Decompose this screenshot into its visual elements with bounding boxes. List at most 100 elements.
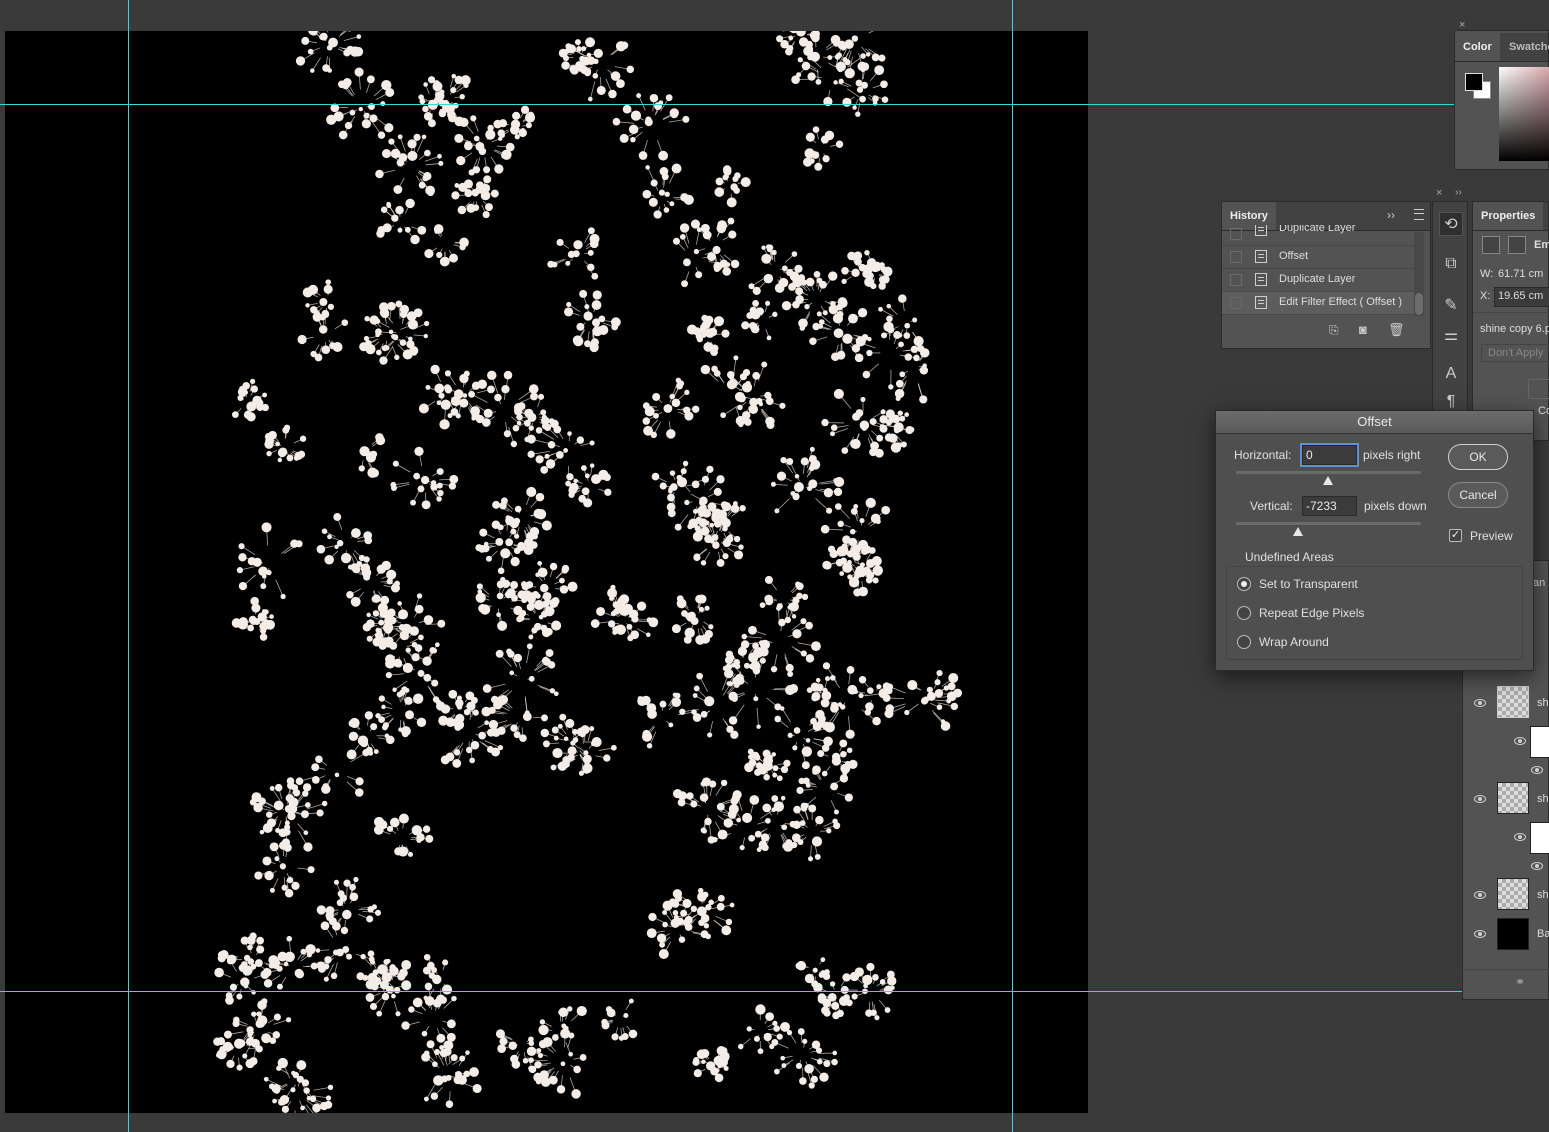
history-state-icon [1255, 273, 1267, 286]
width-label: W: [1480, 268, 1494, 280]
collapse-icon[interactable]: ›› [1455, 187, 1462, 198]
set-to-transparent-radio[interactable] [1237, 577, 1251, 591]
vertical-slider-thumb[interactable] [1293, 527, 1303, 536]
horizontal-slider-thumb[interactable] [1323, 476, 1333, 485]
guide-vertical-left[interactable] [128, 0, 129, 1132]
history-scrollbar-thumb[interactable] [1415, 293, 1423, 315]
offset-dialog: Offset Horizontal: pixels right Vertical… [1215, 410, 1534, 671]
history-snapshot-checkbox[interactable] [1230, 274, 1242, 286]
history-item-label: Duplicate Layer [1279, 273, 1356, 285]
brush-panel-icon[interactable]: ✎ [1439, 294, 1463, 318]
trash-icon[interactable]: 🗑 [1388, 322, 1405, 338]
layers-partial-label: an [1533, 577, 1546, 589]
layer-thumbnail[interactable] [1497, 878, 1529, 910]
color-panel: Color Swatche [1454, 30, 1549, 170]
undefined-areas-title: Undefined Areas [1241, 550, 1338, 564]
cancel-button[interactable]: Cancel [1448, 482, 1508, 508]
guide-vertical-right[interactable] [1012, 0, 1013, 1132]
repeat-edge-pixels-label[interactable]: Repeat Edge Pixels [1259, 606, 1364, 620]
layer-name[interactable]: sh [1537, 793, 1549, 805]
layer-thumbnail[interactable] [1497, 918, 1529, 950]
horizontal-slider-track[interactable] [1236, 471, 1421, 474]
set-to-transparent-label[interactable]: Set to Transparent [1259, 577, 1358, 591]
camera-icon[interactable]: ◙ [1359, 322, 1367, 337]
vertical-slider-track[interactable] [1236, 522, 1421, 525]
wrap-around-label[interactable]: Wrap Around [1259, 635, 1329, 649]
x-label: X: [1480, 290, 1491, 302]
linked-file-name: shine copy 6.p [1480, 323, 1549, 335]
filter-mask-thumbnail[interactable] [1530, 726, 1549, 758]
properties-control[interactable] [1528, 379, 1549, 399]
preview-checkbox[interactable]: ✓ [1449, 529, 1462, 542]
history-state-icon [1255, 225, 1267, 236]
history-panel-icon[interactable]: ⟲ [1439, 212, 1463, 236]
document-canvas[interactable] [5, 31, 1088, 1113]
history-snapshot-checkbox[interactable] [1230, 297, 1242, 309]
vertical-label: Vertical: [1250, 499, 1293, 513]
width-value[interactable]: 61.71 cm [1498, 268, 1543, 280]
history-item-selected[interactable]: Edit Filter Effect ( Offset ) [1222, 292, 1417, 315]
horizontal-unit-label: pixels right [1363, 448, 1421, 462]
visibility-eye-icon[interactable] [1531, 862, 1543, 870]
double-chevron-icon[interactable]: ›› [1387, 208, 1395, 222]
layer-thumbnail[interactable] [1497, 686, 1529, 718]
history-snapshot-checkbox[interactable] [1230, 228, 1242, 240]
layer-thumbnail[interactable] [1497, 782, 1529, 814]
panel-menu-icon[interactable] [1414, 209, 1424, 220]
guide-horizontal-top[interactable] [0, 104, 1454, 105]
new-document-from-state-icon[interactable]: ⎘ [1329, 323, 1339, 338]
layer-name[interactable]: sh [1537, 697, 1549, 709]
panel-icon-strip: ⟲ ⧉ ✎ ⚌ A ¶ [1432, 201, 1468, 411]
layer-name[interactable]: sh [1537, 889, 1549, 901]
history-state-icon [1255, 250, 1267, 263]
history-item[interactable]: Duplicate Layer [1222, 269, 1417, 292]
dont-apply-button[interactable]: Don't Apply [1481, 344, 1549, 362]
vertical-offset-input[interactable] [1302, 496, 1357, 516]
smart-object-icon[interactable] [1482, 236, 1500, 254]
tab-swatches[interactable]: Swatche [1501, 33, 1549, 61]
tab-color[interactable]: Color [1455, 33, 1500, 61]
history-item-label: Offset [1279, 250, 1309, 262]
history-panel: History ›› Duplicate Layer Offset Duplic… [1221, 201, 1431, 349]
horizontal-label: Horizontal: [1234, 448, 1292, 462]
preview-label: Preview [1470, 529, 1513, 543]
guide-horizontal-bottom[interactable] [0, 991, 1462, 992]
character-panel-icon[interactable]: A [1439, 362, 1463, 386]
filter-mask-thumbnail[interactable] [1530, 822, 1549, 854]
visibility-eye-icon[interactable] [1514, 737, 1526, 745]
visibility-eye-icon[interactable] [1514, 833, 1526, 841]
foreground-color-swatch[interactable] [1465, 73, 1483, 91]
history-item[interactable]: Offset [1222, 246, 1417, 269]
horizontal-offset-input[interactable] [1302, 445, 1357, 465]
x-value: 19.65 cm [1498, 290, 1544, 302]
repeat-edge-pixels-radio[interactable] [1237, 606, 1251, 620]
history-item-label: Edit Filter Effect ( Offset ) [1279, 296, 1403, 308]
visibility-eye-icon[interactable] [1531, 766, 1543, 774]
divider [1463, 969, 1549, 970]
wrap-around-radio[interactable] [1237, 635, 1251, 649]
visibility-eye-icon[interactable] [1474, 891, 1486, 899]
navigator-panel-icon[interactable]: ⧉ [1439, 252, 1463, 276]
properties-tabbar: Properties [1473, 202, 1548, 231]
history-item-label: Duplicate Layer [1279, 225, 1356, 234]
tab-properties[interactable]: Properties [1473, 202, 1544, 230]
color-panel-tabbar: Color Swatche [1455, 33, 1549, 62]
visibility-eye-icon[interactable] [1474, 930, 1486, 938]
color-picker-field[interactable] [1499, 67, 1549, 161]
history-snapshot-checkbox[interactable] [1230, 251, 1242, 263]
properties-type-label: Em [1534, 239, 1549, 251]
dialog-title: Offset [1216, 411, 1533, 434]
history-item[interactable]: Duplicate Layer [1222, 225, 1417, 246]
link-layers-icon[interactable]: ⚭ [1515, 975, 1525, 989]
visibility-eye-icon[interactable] [1474, 699, 1486, 707]
mask-icon[interactable] [1508, 236, 1526, 254]
properties-co-label: Co [1538, 405, 1549, 417]
close-icon[interactable]: × [1436, 187, 1442, 199]
adjustments-panel-icon[interactable]: ⚌ [1439, 324, 1463, 348]
close-icon[interactable]: × [1459, 19, 1465, 31]
visibility-eye-icon[interactable] [1474, 795, 1486, 803]
ok-button[interactable]: OK [1448, 444, 1508, 470]
divider [1473, 312, 1549, 313]
vertical-unit-label: pixels down [1364, 499, 1427, 513]
layer-name[interactable]: Ba [1537, 928, 1549, 940]
